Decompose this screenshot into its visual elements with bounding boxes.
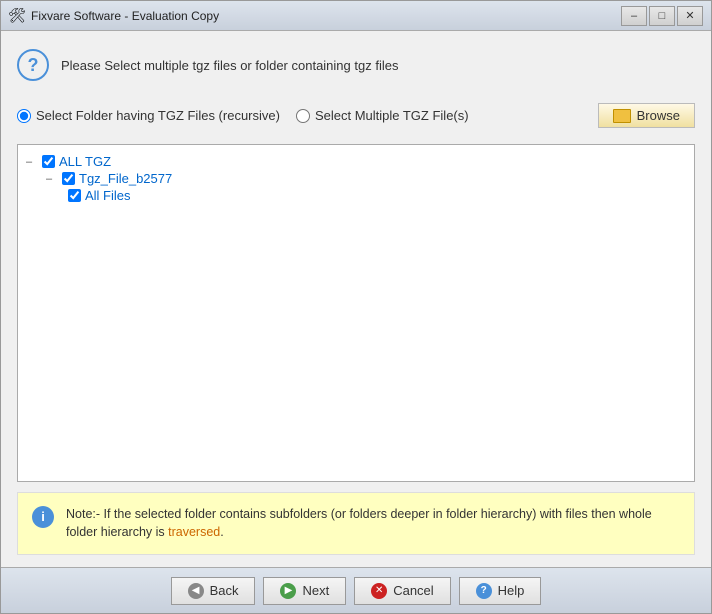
window-title: Fixvare Software - Evaluation Copy	[31, 9, 621, 23]
back-button[interactable]: ◀ Back	[171, 577, 256, 605]
help-label: Help	[498, 583, 525, 598]
tree-panel[interactable]: – ALL TGZ – Tgz_File_b2577 All Files	[17, 144, 695, 482]
browse-button[interactable]: Browse	[598, 103, 695, 128]
cancel-button[interactable]: ✕ Cancel	[354, 577, 450, 605]
radio-files-label: Select Multiple TGZ File(s)	[315, 108, 469, 123]
tree-child2-label[interactable]: All Files	[85, 188, 131, 203]
question-icon: ?	[17, 49, 49, 81]
back-label: Back	[210, 583, 239, 598]
app-icon: 🛠	[9, 8, 25, 24]
tree-child2: All Files	[66, 187, 686, 204]
next-label: Next	[302, 583, 329, 598]
tree-child1: – Tgz_File_b2577	[46, 170, 686, 187]
title-bar: 🛠 Fixvare Software - Evaluation Copy – □…	[1, 1, 711, 31]
note-box: i Note:- If the selected folder contains…	[17, 492, 695, 556]
next-button[interactable]: ▶ Next	[263, 577, 346, 605]
next-icon: ▶	[280, 583, 296, 599]
help-button[interactable]: ? Help	[459, 577, 542, 605]
checkbox-child2[interactable]	[68, 189, 81, 202]
expand-icon-child1[interactable]: –	[46, 173, 58, 185]
tree-root: – ALL TGZ	[26, 153, 686, 170]
radio-files[interactable]	[296, 109, 310, 123]
folder-icon	[613, 109, 631, 123]
main-window: 🛠 Fixvare Software - Evaluation Copy – □…	[0, 0, 712, 614]
note-highlighted: traversed	[168, 525, 220, 539]
content-area: ? Please Select multiple tgz files or fo…	[1, 31, 711, 567]
maximize-button[interactable]: □	[649, 6, 675, 26]
expand-icon-root[interactable]: –	[26, 156, 38, 168]
header-text: Please Select multiple tgz files or fold…	[61, 58, 398, 73]
window-controls: – □ ✕	[621, 6, 703, 26]
help-icon: ?	[476, 583, 492, 599]
browse-label: Browse	[637, 108, 680, 123]
back-icon: ◀	[188, 583, 204, 599]
cancel-label: Cancel	[393, 583, 433, 598]
tree-root-label[interactable]: ALL TGZ	[59, 154, 111, 169]
note-text: Note:- If the selected folder contains s…	[66, 505, 680, 543]
bottom-bar: ◀ Back ▶ Next ✕ Cancel ? Help	[1, 567, 711, 613]
close-button[interactable]: ✕	[677, 6, 703, 26]
radio-row: Select Folder having TGZ Files (recursiv…	[17, 97, 695, 134]
checkbox-root[interactable]	[42, 155, 55, 168]
header-info: ? Please Select multiple tgz files or fo…	[17, 43, 695, 87]
note-text-part2: .	[220, 525, 223, 539]
cancel-icon: ✕	[371, 583, 387, 599]
radio-option-folder[interactable]: Select Folder having TGZ Files (recursiv…	[17, 108, 280, 123]
minimize-button[interactable]: –	[621, 6, 647, 26]
note-text-part1: Note:- If the selected folder contains s…	[66, 507, 652, 540]
checkbox-child1[interactable]	[62, 172, 75, 185]
radio-folder-label: Select Folder having TGZ Files (recursiv…	[36, 108, 280, 123]
radio-option-files[interactable]: Select Multiple TGZ File(s)	[296, 108, 469, 123]
tree-child1-label[interactable]: Tgz_File_b2577	[79, 171, 172, 186]
radio-folder[interactable]	[17, 109, 31, 123]
note-info-icon: i	[32, 506, 54, 528]
